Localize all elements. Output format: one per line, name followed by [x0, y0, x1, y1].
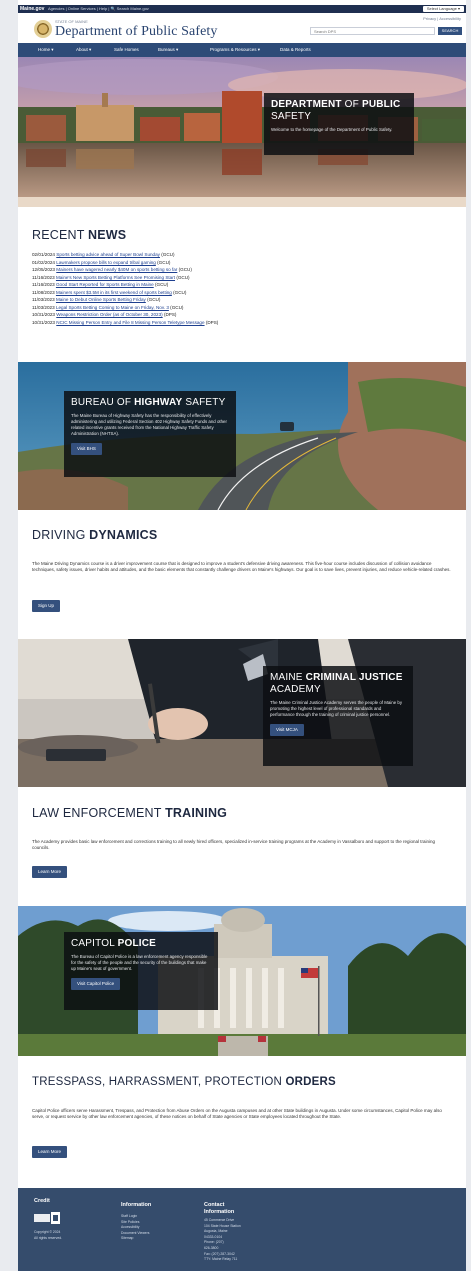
footer-information-heading: Information [121, 1202, 152, 1208]
hero-overlay: DEPARTMENT OF PUBLIC SAFETY Welcome to th… [264, 93, 414, 155]
driving-dynamics-heading: DRIVING DYNAMICS [32, 528, 158, 542]
academy-overlay: MAINE CRIMINAL JUSTICE ACADEMY The Maine … [263, 666, 413, 766]
hero-banner: DEPARTMENT OF PUBLIC SAFETY Welcome to th… [18, 57, 466, 207]
capitol-police-overlay: CAPITOL POLICE The Bureau of Capitol Pol… [64, 932, 218, 1010]
nav-about[interactable]: About ▾ [76, 43, 91, 57]
nav-home[interactable]: Home ▾ [38, 43, 54, 57]
news-item: 01/02/2024 Lawmakers propose bills to ex… [32, 259, 171, 265]
nav-data-reports[interactable]: Data & Reports [280, 43, 311, 57]
news-item: 02/01/2024 Sports betting advice ahead o… [32, 252, 175, 257]
capitol-police-banner: CAPITOL POLICE The Bureau of Capitol Pol… [18, 906, 466, 1056]
news-link[interactable]: Legal Sports Betting Coming to Maine on … [56, 305, 169, 310]
news-item: 11/03/2023 Maine to Debut Online Sports … [32, 297, 161, 302]
news-item: 11/16/2023 Good Start Reported for Sport… [32, 282, 169, 287]
footer-contact-heading: Contact Information [204, 1202, 235, 1215]
protection-orders-text: Capitol Police officers serve Harassment… [32, 1108, 442, 1120]
main-nav: Home ▾ About ▾ Safe Homes Bureaus ▾ Prog… [18, 43, 466, 57]
footer-contact-info: 45 Commerce Drive 104 State House Statio… [204, 1218, 241, 1262]
learn-more-training-button[interactable]: Learn More [32, 866, 68, 878]
news-link[interactable]: Mainers have wagered nearly $40M on spor… [56, 267, 177, 272]
nav-safe-homes[interactable]: Safe Homes [114, 43, 139, 57]
learn-more-orders-button[interactable]: Learn More [32, 1146, 68, 1158]
hero-text: Welcome to the homepage of the Departmen… [271, 127, 393, 132]
visit-capitol-police-button[interactable]: Visit Capitol Police [71, 978, 121, 990]
news-item: 11/16/2023 Maine's New Sports Betting Pl… [32, 274, 190, 280]
protection-orders-heading: TRESSPASS, HARRASSMENT, PROTECTION ORDER… [32, 1076, 336, 1088]
news-link[interactable]: Mainers spent $3.5M in its first weekend… [56, 290, 172, 295]
recent-news-heading: RECENT NEWS [32, 228, 127, 242]
page: Maine.gov Agencies | Online Services | H… [18, 0, 466, 1271]
highway-title: BUREAU OF HIGHWAY SAFETY [71, 397, 226, 408]
news-link[interactable]: Maine to Debut Online Sports Betting Fri… [56, 297, 146, 302]
state-seal-icon[interactable] [34, 20, 52, 38]
visit-bhs-button[interactable]: Visit BHS [71, 443, 102, 455]
hero-title: DEPARTMENT OF PUBLIC SAFETY [271, 99, 401, 122]
site-footer: Credit Copyright © 2024 All rights reser… [18, 1188, 466, 1271]
news-link[interactable]: Weapons Restriction Order (as of October… [56, 312, 162, 317]
capitol-police-title: CAPITOL POLICE [71, 938, 157, 949]
footer-copyright: Copyright © 2024 All rights reserved. [34, 1230, 63, 1240]
news-link[interactable]: Good Start Reported for Sports Betting i… [56, 282, 154, 287]
footer-link[interactable]: Sitemap [121, 1236, 149, 1242]
news-item: 12/05/2023 Mainers have wagered nearly $… [32, 267, 192, 272]
search-input[interactable] [310, 27, 435, 35]
nav-programs-resources[interactable]: Programs & Resources ▾ [210, 43, 260, 57]
news-link[interactable]: Lawmakers propose bills to expand tribal… [56, 260, 156, 265]
news-link[interactable]: Sports betting advice ahead of Super Bow… [56, 252, 160, 257]
law-enforcement-training-text: The Academy provides basic law enforceme… [32, 839, 436, 851]
news-item: 11/03/2023 Legal Sports Betting Coming t… [32, 304, 184, 310]
highway-overlay: BUREAU OF HIGHWAY SAFETY The Maine Burea… [64, 391, 236, 477]
footer-credit-heading: Credit [34, 1198, 50, 1204]
news-list: 02/01/2024 Sports betting advice ahead o… [32, 251, 218, 326]
news-item: 10/31/2023 NCIC Missing Person Entry and… [32, 319, 219, 325]
capitol-police-text: The Bureau of Capitol Police is a law en… [71, 954, 208, 971]
highway-safety-banner: BUREAU OF HIGHWAY SAFETY The Maine Burea… [18, 362, 466, 510]
site-title[interactable]: Department of Public Safety [55, 24, 218, 40]
visit-mcja-button[interactable]: Visit MCJA [270, 724, 304, 736]
law-enforcement-training-heading: LAW ENFORCEMENT TRAINING [32, 806, 228, 820]
search-button[interactable]: SEARCH [438, 27, 462, 35]
nav-bureaus[interactable]: Bureaus ▾ [158, 43, 178, 57]
news-item: 10/31/2023 Weapons Restriction Order (as… [32, 312, 177, 317]
utility-bar: Maine.gov Agencies | Online Services | H… [18, 5, 466, 13]
edocs-logo-icon[interactable] [34, 1210, 62, 1226]
header-links[interactable]: Privacy | Accessibility [423, 16, 461, 21]
maine-gov-logo[interactable]: Maine.gov [20, 5, 44, 13]
highway-text: The Maine Bureau of Highway Safety has t… [71, 413, 227, 436]
select-language-button[interactable]: Select Language ▾ [422, 6, 464, 12]
academy-text: The Maine Criminal Justice Academy serve… [270, 700, 403, 717]
utility-links[interactable]: Agencies | Online Services | Help | 🔍 Se… [48, 5, 149, 13]
news-link[interactable]: NCIC Missing Person Entry and File 8 Mis… [56, 320, 204, 325]
news-link[interactable]: Maine's New Sports Betting Platforms See… [56, 275, 175, 280]
site-header: STATE OF MAINE Department of Public Safe… [18, 13, 466, 43]
academy-banner: MAINE CRIMINAL JUSTICE ACADEMY The Maine … [18, 639, 466, 787]
news-item: 11/08/2023 Mainers spent $3.5M in its fi… [32, 289, 187, 295]
driving-dynamics-text: The Maine Driving Dynamics course is a d… [32, 561, 451, 573]
academy-title: MAINE CRIMINAL JUSTICE ACADEMY [270, 672, 403, 695]
sign-up-button[interactable]: Sign Up [32, 600, 61, 612]
footer-information-links: Staff Login Site Policies Accessibility … [121, 1214, 149, 1242]
